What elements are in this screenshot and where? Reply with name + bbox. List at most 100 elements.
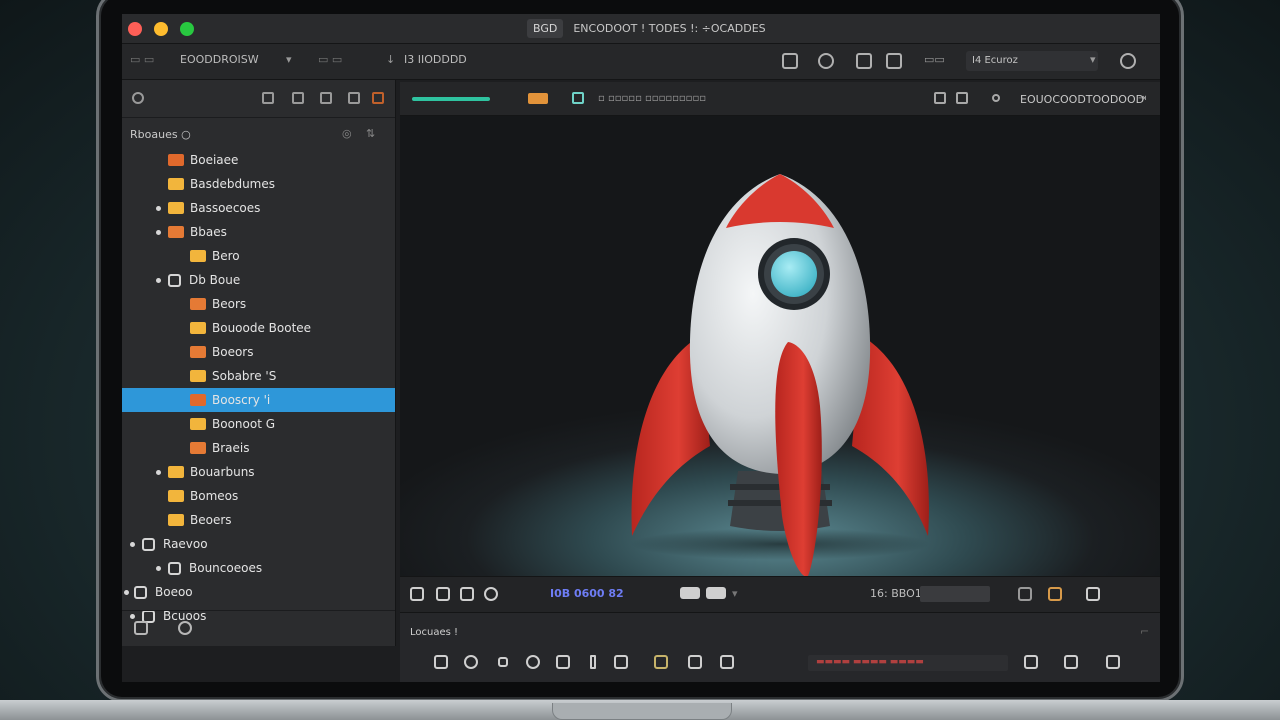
tree-item[interactable]: Boeoo [122,580,395,604]
search-dropdown-icon[interactable]: ▾ [1090,53,1096,66]
view-options-icon[interactable]: ▾ [732,587,738,600]
zoom-icon[interactable] [934,92,946,104]
expand-bullet-icon[interactable] [156,230,161,235]
marker-icon[interactable] [590,655,596,669]
toolbar-menu-icon[interactable]: ▭ ▭ [130,53,154,66]
step-back-icon[interactable] [436,587,450,601]
loop-icon[interactable] [484,587,498,601]
play-icon[interactable] [460,587,474,601]
sidebar-section-header: Rboaues ○ ◎ ⇅ [122,118,395,148]
tree-item[interactable]: Basdebdumes [122,172,395,196]
tree-item[interactable]: Boonoot G [122,412,395,436]
curve-icon[interactable] [654,655,668,669]
sidebar-add-icon[interactable]: ◎ [342,127,352,140]
folder-icon [190,418,206,430]
skip-back-icon[interactable] [410,587,424,601]
tree-item[interactable]: Bbaes [122,220,395,244]
expand-bullet-icon[interactable] [130,542,135,547]
sidebar-filter-icon[interactable] [348,92,360,104]
tree-item[interactable]: Raevoo [122,532,395,556]
maximize-window-button[interactable] [180,21,194,36]
expand-bullet-icon[interactable] [124,590,129,595]
tree-item[interactable]: Bouncoeoes [122,556,395,580]
folder-icon [190,394,206,406]
record-badge[interactable] [528,93,548,104]
add-asset-icon[interactable] [134,621,148,635]
zoom-out-icon[interactable] [1064,655,1078,669]
sidebar: Rboaues ○ ◎ ⇅ Boeiaee Basdebdumes Bassoeco… [122,80,396,646]
sidebar-lock-icon[interactable] [320,92,332,104]
close-window-button[interactable] [128,21,142,36]
folder-icon [168,202,184,214]
sidebar-collapse-icon[interactable]: ⇅ [366,127,375,140]
timeline-status-field[interactable]: ▬▬▬▬ ▬▬▬▬ ▬▬▬▬ [808,655,1008,671]
search-input[interactable]: I4 Ecuroz [966,51,1098,71]
tree-item[interactable]: Bouoode Bootee [122,316,395,340]
layout-icon[interactable] [856,53,872,69]
tree-item[interactable]: Beors [122,292,395,316]
tree-item[interactable]: Beoers [122,508,395,532]
title-chip[interactable]: BGD [527,19,564,38]
expand-bullet-icon[interactable] [156,206,161,211]
frame-icon[interactable] [1018,587,1032,601]
tree-item[interactable]: Braeis [122,436,395,460]
tree-item[interactable]: Bero [122,244,395,268]
tree-item-label: Bero [212,249,240,263]
sidebar-flag-icon[interactable] [372,92,384,104]
tree-item[interactable]: Bassoecoes [122,196,395,220]
tree-item-label: Bouncoeoes [189,561,263,575]
record-icon[interactable] [464,655,478,669]
settings-footer-icon[interactable] [178,621,192,635]
paste-icon[interactable] [614,655,628,669]
expand-bullet-icon[interactable] [156,566,161,571]
tree-item[interactable]: Bouarbuns [122,460,395,484]
expand-bullet-icon[interactable] [156,278,161,283]
folder-icon [168,154,184,166]
layer-icon[interactable] [720,655,734,669]
tree-item[interactable]: Db Boue [122,268,395,292]
view-toggle-icon[interactable]: ▭▭ [924,53,945,66]
zoom-in-icon[interactable] [1024,655,1038,669]
render-icon[interactable] [782,53,798,69]
timeline-label[interactable]: Locuaes ! [410,627,458,638]
folder-icon [168,178,184,190]
rocket-model [630,174,930,576]
tree-item[interactable]: Bomeos [122,484,395,508]
expand-icon[interactable] [1086,587,1100,601]
editor-right-label[interactable]: EOUOCOODTOODOOD [1020,93,1144,106]
panel-expand-icon[interactable]: ⇥ [1138,93,1146,104]
fit-icon[interactable] [1106,655,1120,669]
camera-view-icon[interactable] [680,587,700,599]
tree-item[interactable]: Boeiaee [122,148,395,172]
3d-viewport[interactable] [400,116,1160,576]
sidebar-tool-icon[interactable] [132,92,144,104]
rewind-icon[interactable] [434,655,448,669]
add-keyframe-icon[interactable] [526,655,540,669]
arrow-down-icon[interactable]: ↓ [386,53,395,66]
target-icon[interactable] [992,94,1000,102]
snap-icon[interactable] [688,655,702,669]
project-selector[interactable]: EOODDROISW [180,53,259,66]
tree-item[interactable]: Booscry 'i [122,388,395,412]
folder-icon [168,490,184,502]
shading-icon[interactable] [706,587,726,599]
image-icon[interactable] [572,92,584,104]
settings-icon[interactable] [1120,53,1136,69]
project-dropdown-icon[interactable]: ▾ [286,53,292,66]
tree-item[interactable]: Boeors [122,340,395,364]
mode-label[interactable]: I3 IIODDDD [404,53,467,66]
keyframe-icon[interactable] [1048,587,1062,601]
timeline-options-icon[interactable]: ⌐ [1140,625,1149,638]
sidebar-grid-icon[interactable] [262,92,274,104]
timecode-display[interactable]: I0B 0600 82 [550,587,624,600]
share-icon[interactable] [886,53,902,69]
sidebar-list-icon[interactable] [292,92,304,104]
camera-icon[interactable] [818,53,834,69]
expand-bullet-icon[interactable] [156,470,161,475]
minimize-window-button[interactable] [154,21,168,36]
copy-icon[interactable] [556,655,570,669]
stop-icon[interactable] [498,657,508,667]
tree-item[interactable]: Sobabre 'S [122,364,395,388]
grid-icon[interactable] [956,92,968,104]
scrub-slider[interactable] [920,586,990,602]
